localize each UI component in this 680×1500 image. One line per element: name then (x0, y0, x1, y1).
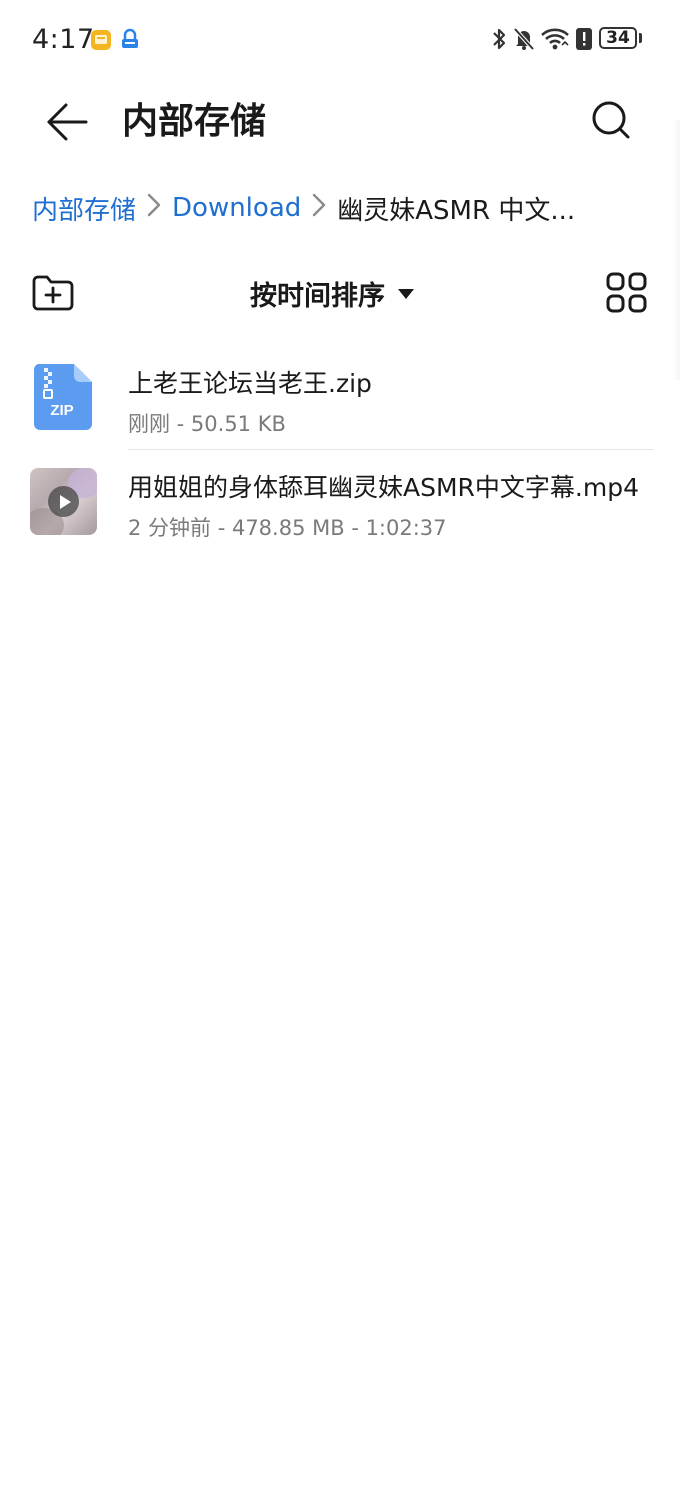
breadcrumb-item-download[interactable]: Download (172, 193, 301, 223)
status-time: 4:17 (32, 24, 95, 55)
page-title: 内部存储 (122, 101, 267, 142)
status-bar: 4:17 34 (0, 0, 680, 80)
battery-tip (639, 33, 642, 43)
grid-view-button[interactable] (606, 272, 648, 314)
file-meta: 2 分钟前 - 478.85 MB - 1:02:37 (128, 516, 447, 540)
back-arrow-icon (47, 103, 88, 141)
caret-down-icon (397, 285, 415, 304)
chevron-right-icon (311, 191, 327, 226)
chevron-right-icon (146, 191, 162, 226)
breadcrumb-item-internal-storage[interactable]: 内部存储 (32, 190, 136, 227)
zip-type-label: ZIP (50, 402, 73, 419)
notification-app-icon (90, 29, 112, 55)
grid-view-icon (606, 272, 647, 313)
new-folder-button[interactable] (30, 272, 76, 314)
search-icon (592, 101, 630, 139)
breadcrumb-item-current-folder: 幽灵妹ASMR 中文... (337, 195, 576, 226)
breadcrumb: 内部存储 Download 幽灵妹ASMR 中文... (32, 184, 575, 232)
zip-file-icon: ZIP (30, 362, 96, 436)
back-button[interactable] (40, 96, 96, 148)
list-divider (128, 449, 654, 450)
alert-icon (575, 26, 593, 56)
wifi-icon (540, 26, 570, 56)
edge-shadow (672, 120, 680, 380)
file-name: 上老王论坛当老王.zip (128, 369, 372, 398)
video-thumbnail (30, 468, 97, 535)
file-list-item[interactable]: 用姐姐的身体舔耳幽灵妹ASMR中文字幕.mp4 2 分钟前 - 478.85 M… (0, 452, 680, 552)
play-icon (48, 486, 79, 517)
file-list-item[interactable]: ZIP 上老王论坛当老王.zip 刚刚 - 50.51 KB (0, 350, 680, 450)
file-name: 用姐姐的身体舔耳幽灵妹ASMR中文字幕.mp4 (128, 473, 639, 502)
sort-dropdown[interactable]: 按时间排序 (250, 270, 415, 316)
search-button[interactable] (586, 94, 638, 146)
vpn-lock-icon (118, 28, 142, 56)
bluetooth-icon (489, 26, 509, 56)
mute-bell-icon (512, 26, 536, 56)
sort-label: 按时间排序 (250, 280, 385, 312)
file-meta: 刚刚 - 50.51 KB (128, 412, 286, 436)
battery-icon: 34 (599, 27, 637, 49)
new-folder-icon (32, 275, 74, 311)
